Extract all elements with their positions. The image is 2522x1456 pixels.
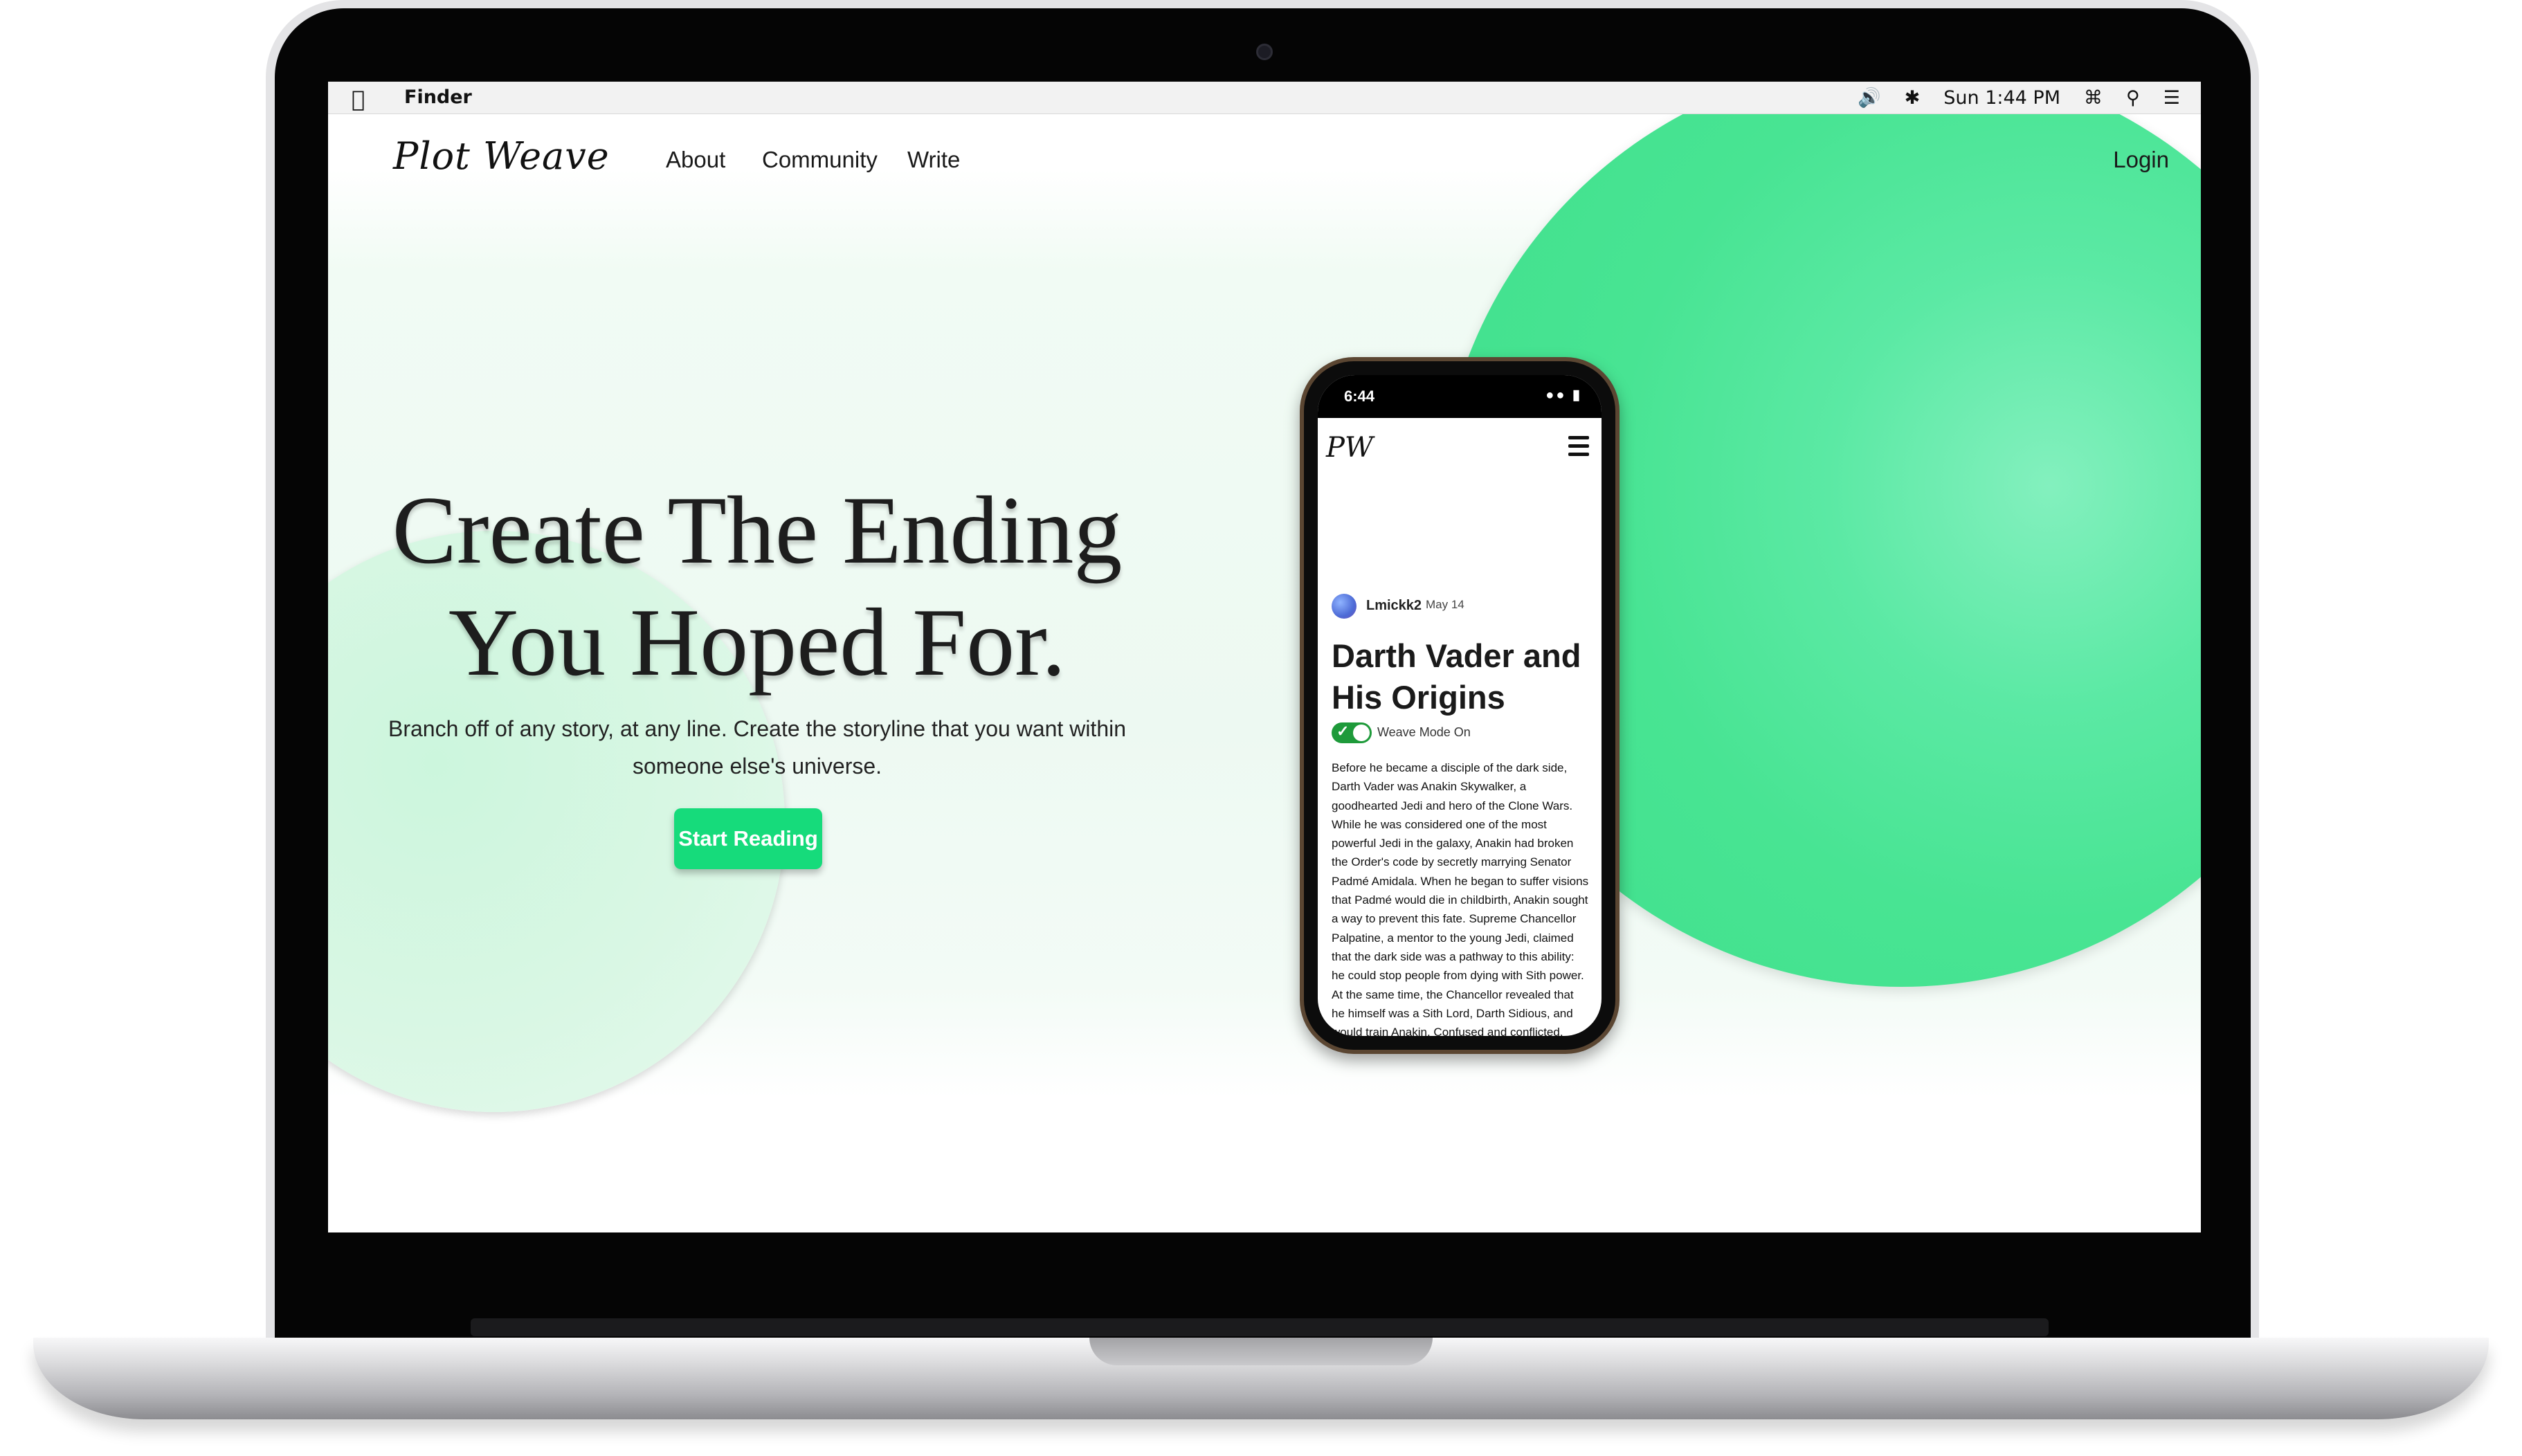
bluetooth-icon[interactable]: ✱ — [1905, 87, 1921, 109]
story-body-line: Before he became a disciple of the dark … — [1332, 761, 1568, 774]
story-body-line: Darth Vader was Anakin Skywalker, a — [1332, 780, 1527, 794]
post-date: May 14 — [1426, 598, 1464, 611]
spotlight-search-icon[interactable]: ⚲ — [2126, 87, 2140, 109]
start-reading-button[interactable]: Start Reading — [674, 808, 822, 869]
finder-menu[interactable]: Finder — [404, 87, 472, 108]
phone-screen: 6:44 ●● ▮ PW Lmickk2 May 14 Darth Vader … — [1318, 375, 1602, 1036]
nav-write[interactable]: Write — [907, 147, 960, 173]
phone-signal-battery-icon: ●● ▮ — [1545, 388, 1582, 403]
story-body-line: that Padmé would die in childbirth, Anak… — [1332, 893, 1588, 907]
story-body-line: he himself was a Sith Lord, Darth Sidiou… — [1332, 1006, 1573, 1020]
hero-subtext-line2: someone else's universe. — [632, 754, 882, 779]
story-body-line: that the dark side was a pathway to this… — [1332, 949, 1575, 963]
apple-menu-icon[interactable]:  — [352, 86, 365, 112]
nav-community[interactable]: Community — [762, 147, 878, 173]
wifi-icon[interactable]: ⌘ — [2084, 87, 2103, 109]
story-body-line: would train Anakin. Confused and conflic… — [1332, 1026, 1563, 1036]
story-body-line: powerful Jedi in the galaxy, Anakin had … — [1332, 837, 1574, 850]
check-icon: ✓ — [1336, 722, 1350, 740]
phone-mockup: 6:44 ●● ▮ PW Lmickk2 May 14 Darth Vader … — [1300, 357, 1620, 1054]
phone-time: 6:44 — [1344, 388, 1375, 405]
hero-subtext-line1: Branch off of any story, at any line. Cr… — [388, 716, 1127, 741]
author-avatar[interactable] — [1332, 594, 1357, 619]
hero-headline-line1: Create The Ending — [392, 477, 1123, 584]
laptop-hinge — [471, 1318, 2049, 1336]
story-body-line: Padmé Amidala. When he began to suffer v… — [1332, 874, 1589, 888]
story-title: Darth Vader and His Origins — [1332, 635, 1595, 718]
story-body: Before he became a disciple of the dark … — [1332, 758, 1595, 1036]
macos-menubar:  Finder 🔊 ✱ Sun 1:44 PM ⌘ ⚲ ☰ — [328, 82, 2201, 114]
phone-site-logo[interactable]: PW — [1326, 432, 1373, 464]
story-body-line: While he was considered one of the most — [1332, 817, 1547, 831]
story-body-line: At the same time, the Chancellor reveale… — [1332, 988, 1574, 1001]
laptop-base-notch — [1089, 1338, 1433, 1365]
notification-center-icon[interactable]: ☰ — [2163, 87, 2180, 109]
story-body-line: a way to prevent this fate. Supreme Chan… — [1332, 912, 1577, 926]
site-logo[interactable]: Plot Weave — [393, 134, 610, 178]
hero-headline: Create The Ending You Hoped For. — [383, 475, 1131, 699]
laptop-screen:  Finder 🔊 ✱ Sun 1:44 PM ⌘ ⚲ ☰ Plot Weav… — [328, 82, 2201, 1232]
volume-icon[interactable]: 🔊 — [1858, 87, 1881, 109]
menubar-clock[interactable]: Sun 1:44 PM — [1943, 87, 2060, 109]
phone-notch — [1401, 375, 1518, 394]
weave-mode-toggle[interactable]: ✓ — [1332, 722, 1372, 743]
story-body-line: Palpatine, a mentor to the young Jedi, c… — [1332, 931, 1574, 945]
hamburger-menu-icon[interactable] — [1568, 436, 1589, 461]
nav-login[interactable]: Login — [2113, 147, 2169, 173]
weave-mode-label: Weave Mode On — [1377, 725, 1471, 739]
phone-bezel: 6:44 ●● ▮ PW Lmickk2 May 14 Darth Vader … — [1304, 361, 1615, 1050]
nav-about[interactable]: About — [666, 147, 725, 173]
story-body-line: goodhearted Jedi and hero of the Clone W… — [1332, 799, 1573, 812]
story-title-line1: Darth Vader and — [1332, 637, 1581, 674]
story-body-line: the Order's code by secretly marrying Se… — [1332, 855, 1572, 869]
toggle-knob — [1353, 725, 1370, 741]
hero-headline-line2: You Hoped For. — [448, 589, 1067, 696]
menubar-status-area: 🔊 ✱ Sun 1:44 PM ⌘ ⚲ ☰ — [1858, 87, 2180, 109]
author-name[interactable]: Lmickk2 — [1366, 598, 1422, 614]
story-body-line: he could stop people from dying with Sit… — [1332, 969, 1584, 983]
story-title-line2: His Origins — [1332, 679, 1505, 716]
hero-subtext: Branch off of any story, at any line. Cr… — [370, 710, 1145, 785]
webcam-icon — [1256, 44, 1273, 60]
